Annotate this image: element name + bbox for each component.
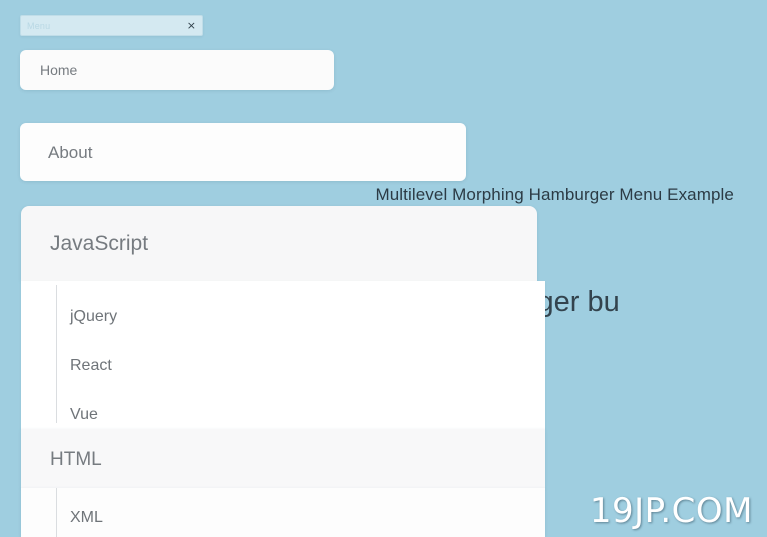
menu-header-label: Menu: [27, 20, 51, 31]
menu-item-home[interactable]: Home: [20, 50, 334, 90]
close-icon[interactable]: ×: [187, 20, 196, 31]
menu-item-about[interactable]: About: [20, 123, 466, 181]
menu-item-label: JavaScript: [50, 232, 149, 255]
menu-item-html[interactable]: HTML: [21, 429, 545, 488]
watermark: 19JP.COM: [589, 491, 753, 531]
submenu-divider: [56, 285, 57, 423]
menu-item-label: HTML: [50, 449, 102, 470]
submenu-item-jquery[interactable]: jQuery: [70, 308, 117, 326]
menu-header-bar[interactable]: Menu ×: [20, 15, 203, 36]
submenu-divider: [56, 488, 57, 537]
submenu-item-vue[interactable]: Vue: [70, 406, 98, 424]
menu-item-label: Home: [40, 62, 78, 78]
menu-item-javascript[interactable]: JavaScript: [21, 206, 537, 281]
menu-item-label: About: [48, 143, 93, 162]
page-title: Multilevel Morphing Hamburger Menu Examp…: [375, 185, 734, 204]
html-submenu: XML: [21, 488, 545, 537]
javascript-submenu: jQuery React Vue: [21, 281, 545, 429]
submenu-item-react[interactable]: React: [70, 357, 112, 375]
submenu-item-xml[interactable]: XML: [70, 509, 103, 527]
